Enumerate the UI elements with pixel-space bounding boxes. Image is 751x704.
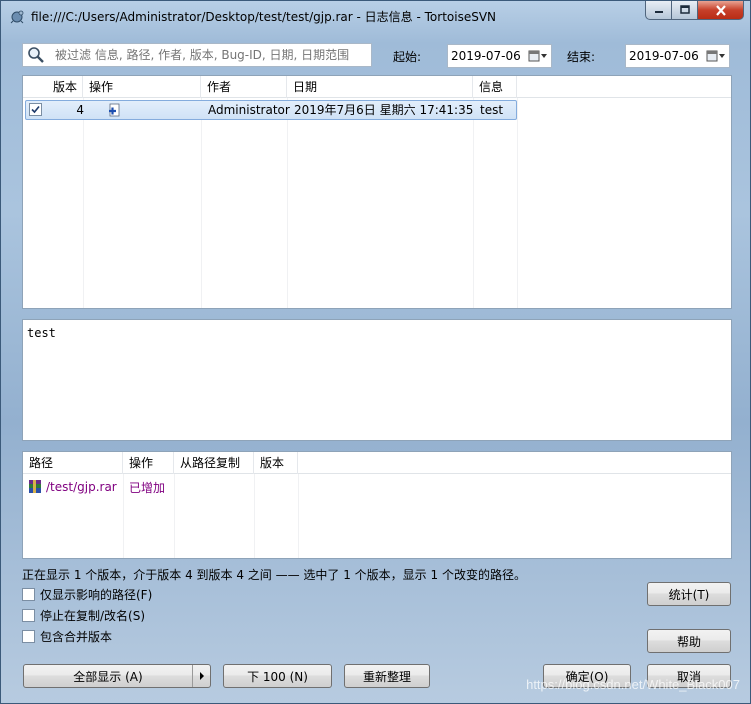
minimize-icon [654, 11, 663, 13]
close-button[interactable] [698, 1, 744, 20]
calendar-dropdown-icon[interactable] [706, 49, 726, 63]
author-cell: Administrator [208, 103, 290, 117]
maximize-button[interactable] [672, 1, 698, 20]
log-message-panel[interactable]: test [22, 319, 732, 441]
option-label: 包含合并版本 [40, 630, 113, 644]
log-message-text: test [27, 326, 56, 340]
search-icon[interactable] [25, 44, 47, 66]
calendar-dropdown-icon[interactable] [528, 49, 548, 63]
to-date-label: 结束: [567, 50, 596, 64]
revision-number: 4 [76, 103, 84, 117]
revision-list[interactable]: 版本 操作 作者 日期 信息 4 Administrator 2019年7月6日… [22, 75, 732, 309]
revision-list-header: 版本 操作 作者 日期 信息 [23, 76, 731, 98]
revision-checkbox[interactable] [29, 103, 42, 116]
tortoisesvn-icon [10, 10, 24, 24]
column-header-revision[interactable]: 版本 [23, 76, 83, 98]
dropdown-arrow-icon[interactable] [192, 665, 210, 687]
table-row[interactable]: /test/gjp.rar [25, 478, 117, 496]
column-header-path-action[interactable]: 操作 [123, 452, 174, 474]
title-bar[interactable]: file:///C:/Users/Administrator/Desktop/t… [1, 1, 750, 31]
path-action-cell: 已增加 [129, 481, 166, 495]
table-row[interactable]: 4 Administrator 2019年7月6日 星期六 17:41:35 t… [25, 100, 517, 120]
column-header-date[interactable]: 日期 [287, 76, 473, 98]
option-stop-only-affected[interactable]: 仅显示影响的路径(F) [22, 586, 152, 603]
maximize-icon [679, 5, 690, 14]
option-label: 仅显示影响的路径(F) [40, 588, 153, 602]
changed-paths-header: 路径 操作 从路径复制 版本 [23, 452, 731, 474]
column-header-author[interactable]: 作者 [201, 76, 287, 98]
option-label: 停止在复制/改名(S) [40, 609, 146, 623]
column-header-action[interactable]: 操作 [83, 76, 201, 98]
filter-search-box[interactable] [22, 43, 372, 67]
column-header-path[interactable]: 路径 [23, 452, 123, 474]
filter-input[interactable] [47, 48, 371, 62]
message-cell: test [480, 103, 504, 117]
changed-paths-list[interactable]: 路径 操作 从路径复制 版本 /test/gjp.rar 已增加 [22, 451, 732, 559]
help-button[interactable]: 帮助 [647, 629, 731, 653]
log-dialog-window: file:///C:/Users/Administrator/Desktop/t… [0, 0, 751, 704]
minimize-button[interactable] [645, 1, 672, 20]
date-cell: 2019年7月6日 星期六 17:41:35 [294, 103, 474, 117]
stats-button[interactable]: 统计(T) [647, 582, 731, 606]
window-title: file:///C:/Users/Administrator/Desktop/t… [31, 9, 497, 24]
column-header-path-revision[interactable]: 版本 [254, 452, 298, 474]
next-100-button[interactable]: 下 100 (N) [223, 664, 332, 688]
from-date-value: 2019-07-06 [451, 49, 521, 63]
rar-archive-icon [27, 479, 43, 495]
add-icon [106, 102, 122, 120]
close-icon [715, 4, 726, 16]
show-all-split-button[interactable]: 全部显示 (A) [23, 664, 211, 688]
column-header-copy-from[interactable]: 从路径复制 [174, 452, 254, 474]
option-include-merged[interactable]: 包含合并版本 [22, 628, 112, 645]
include-merged-checkbox[interactable] [22, 630, 35, 643]
show-all-label: 全部显示 (A) [73, 669, 143, 684]
to-date-value: 2019-07-06 [629, 49, 699, 63]
refresh-button[interactable]: 重新整理 [344, 664, 430, 688]
stop-on-copy-checkbox[interactable] [22, 609, 35, 622]
checkmark-icon [31, 105, 40, 114]
status-text: 正在显示 1 个版本，介于版本 4 到版本 4 之间 —— 选中了 1 个版本，… [22, 568, 526, 582]
only-affected-checkbox[interactable] [22, 588, 35, 601]
watermark-text: https://blog.csdn.net/White_Black007 [526, 677, 740, 692]
from-date-picker[interactable]: 2019-07-06 [447, 44, 552, 68]
option-stop-on-copy[interactable]: 停止在复制/改名(S) [22, 607, 145, 624]
to-date-picker[interactable]: 2019-07-06 [625, 44, 730, 68]
changed-path[interactable]: /test/gjp.rar [46, 480, 117, 494]
from-date-label: 起始: [393, 50, 422, 64]
column-header-message[interactable]: 信息 [473, 76, 517, 98]
